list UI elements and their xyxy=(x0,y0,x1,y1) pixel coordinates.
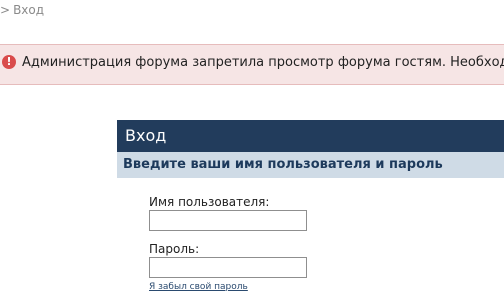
login-subtitle: Введите ваши имя пользователя и пароль xyxy=(117,152,504,178)
password-label: Пароль: xyxy=(149,242,200,256)
error-message: Администрация форума запретила просмотр … xyxy=(22,55,504,70)
username-input[interactable] xyxy=(149,210,307,231)
login-panel: Вход Введите ваши имя пользователя и пар… xyxy=(117,120,504,300)
breadcrumb: > Вход xyxy=(0,3,44,17)
error-message-box: ! Администрация форума запретила просмот… xyxy=(0,44,504,85)
password-input[interactable] xyxy=(149,257,307,278)
username-label: Имя пользователя: xyxy=(149,195,270,209)
forgot-password-link[interactable]: Я забыл свой пароль xyxy=(149,282,248,292)
exclamation-icon: ! xyxy=(2,55,16,69)
login-title: Вход xyxy=(117,120,504,152)
breadcrumb-separator: > xyxy=(0,3,11,17)
breadcrumb-current[interactable]: Вход xyxy=(13,3,44,17)
